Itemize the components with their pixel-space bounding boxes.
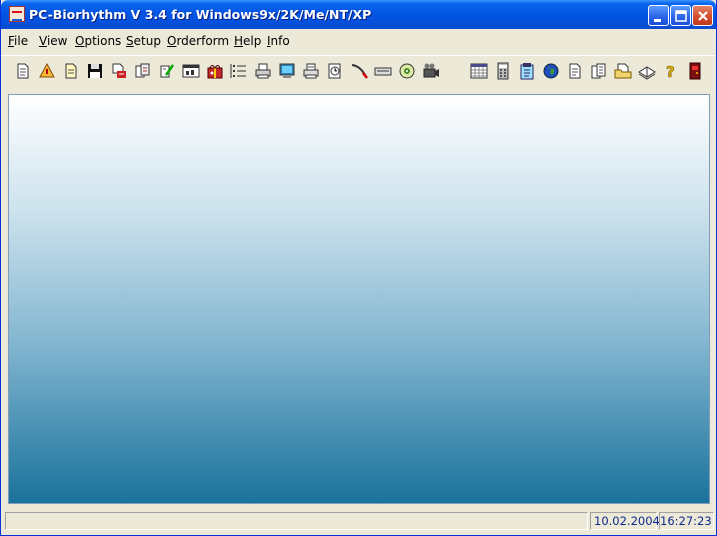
- chart-area[interactable]: [8, 94, 710, 504]
- documents-icon[interactable]: [590, 62, 608, 80]
- menu-bar: File View Options Setup Orderform Help I…: [1, 29, 716, 53]
- new-document-icon[interactable]: [14, 62, 32, 80]
- maximize-button[interactable]: [670, 5, 691, 26]
- maximize-icon: [675, 10, 687, 22]
- book-icon[interactable]: [638, 62, 656, 80]
- title-bar[interactable]: PC-Biorhythm V 3.4 for Windows9x/2K/Me/N…: [1, 0, 716, 29]
- status-time: 16:27:23: [659, 512, 714, 530]
- camera-icon[interactable]: [422, 62, 440, 80]
- minimize-button[interactable]: [648, 5, 669, 26]
- menu-help[interactable]: Help: [234, 34, 261, 48]
- chart-window-icon[interactable]: [182, 62, 200, 80]
- minimize-icon: [654, 19, 661, 22]
- monitor-icon[interactable]: [278, 62, 296, 80]
- svg-text:?: ?: [666, 63, 675, 80]
- edit-pen-icon[interactable]: [158, 62, 176, 80]
- menu-info[interactable]: Info: [267, 34, 290, 48]
- calendar-icon[interactable]: [470, 62, 488, 80]
- menu-view[interactable]: View: [39, 34, 67, 48]
- window-title: PC-Biorhythm V 3.4 for Windows9x/2K/Me/N…: [29, 7, 372, 22]
- help-icon[interactable]: ?: [662, 62, 680, 80]
- calculator-icon[interactable]: [494, 62, 512, 80]
- gift-box-icon[interactable]: [206, 62, 224, 80]
- notepad-icon[interactable]: [518, 62, 536, 80]
- exit-icon[interactable]: [686, 62, 704, 80]
- globe-icon[interactable]: [542, 62, 560, 80]
- text-file-icon[interactable]: [566, 62, 584, 80]
- keyboard-icon[interactable]: [374, 62, 392, 80]
- menu-orderform[interactable]: Orderform: [167, 34, 229, 48]
- open-document-icon[interactable]: [62, 62, 80, 80]
- print-setup-icon[interactable]: [110, 62, 128, 80]
- status-date: 10.02.2004: [590, 512, 660, 530]
- menu-file[interactable]: File: [8, 34, 28, 48]
- pen-tool-icon[interactable]: [350, 62, 368, 80]
- close-icon: [698, 11, 708, 21]
- save-disk-icon[interactable]: [86, 62, 104, 80]
- printer-preview-icon[interactable]: [302, 62, 320, 80]
- toolbar: ?: [1, 55, 716, 90]
- folder-icon[interactable]: [614, 62, 632, 80]
- menu-setup[interactable]: Setup: [126, 34, 161, 48]
- status-bar: 10.02.2004 16:27:23: [1, 509, 716, 535]
- menu-options[interactable]: Options: [75, 34, 121, 48]
- cd-disc-icon[interactable]: [398, 62, 416, 80]
- list-view-icon[interactable]: [230, 62, 248, 80]
- status-message: [5, 512, 588, 530]
- app-icon[interactable]: [9, 6, 25, 22]
- printer-icon[interactable]: [254, 62, 272, 80]
- copy-document-icon[interactable]: [134, 62, 152, 80]
- warning-sign-icon[interactable]: [38, 62, 56, 80]
- clock-icon[interactable]: [326, 62, 344, 80]
- close-button[interactable]: [692, 5, 713, 26]
- main-window: PC-Biorhythm V 3.4 for Windows9x/2K/Me/N…: [0, 0, 717, 536]
